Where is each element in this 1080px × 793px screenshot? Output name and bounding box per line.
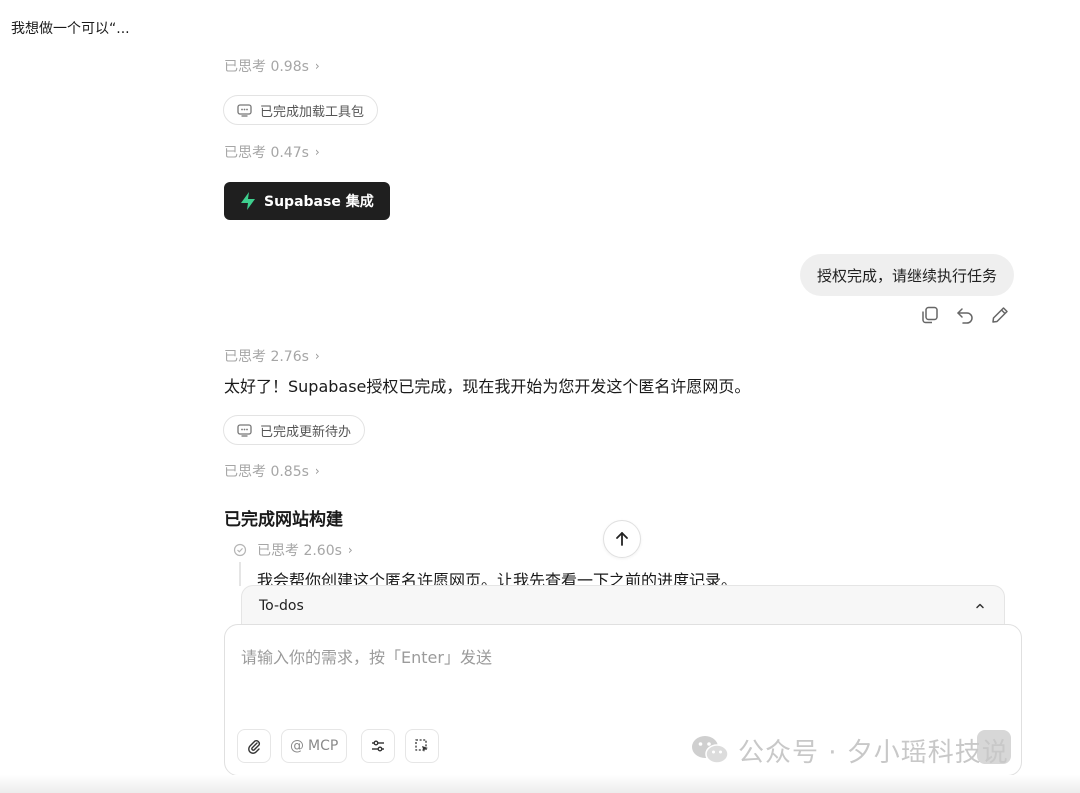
conversation-title[interactable]: 我想做一个可以“... xyxy=(11,18,130,38)
chevron-right-icon: › xyxy=(314,464,320,478)
chevron-right-icon: › xyxy=(314,59,320,73)
undo-icon[interactable] xyxy=(955,305,975,325)
copy-icon[interactable] xyxy=(920,305,940,325)
select-area-icon xyxy=(415,739,428,752)
monitor-chat-icon xyxy=(237,423,252,437)
paperclip-icon xyxy=(248,740,260,754)
thought-toggle[interactable]: 已思考 0.47s › xyxy=(224,142,320,162)
select-element-button[interactable] xyxy=(405,729,439,763)
assistant-reply: 太好了！Supabase授权已完成，现在我开始为您开发这个匿名许愿网页。 xyxy=(224,377,751,396)
composer-input[interactable]: 请输入你的需求，按「Enter」发送 xyxy=(241,644,492,668)
step-connector xyxy=(239,562,241,586)
todos-panel-toggle[interactable]: To-dos xyxy=(241,585,1005,625)
arrow-up-icon xyxy=(616,532,628,546)
chevron-up-icon xyxy=(976,603,984,608)
thought-label: 已思考 0.47s xyxy=(224,145,309,161)
chevron-right-icon: › xyxy=(347,543,353,557)
thought-label: 已思考 0.85s xyxy=(224,464,309,480)
at-icon: @ xyxy=(290,738,304,754)
check-circle-icon xyxy=(233,543,247,557)
scroll-to-top-button[interactable] xyxy=(603,520,641,558)
settings-sliders-button[interactable] xyxy=(361,729,395,763)
thought-label: 已思考 0.98s xyxy=(224,59,309,75)
supabase-button-label: Supabase 集成 xyxy=(264,194,374,210)
supabase-integration-button[interactable]: Supabase 集成 xyxy=(224,182,390,220)
section-heading: 已完成网站构建 xyxy=(224,510,343,530)
pill-label: 已完成更新待办 xyxy=(260,424,352,440)
user-message-bubble: 授权完成，请继续执行任务 xyxy=(799,254,1014,296)
thought-toggle[interactable]: 已思考 0.98s › xyxy=(224,56,320,76)
thought-label: 已思考 2.76s xyxy=(224,349,309,365)
tool-status-pill[interactable]: 已完成更新待办 xyxy=(223,415,366,445)
thought-label: 已思考 2.60s xyxy=(257,543,342,559)
thought-toggle[interactable]: 已思考 0.85s › xyxy=(224,461,320,481)
attach-button[interactable] xyxy=(237,729,271,763)
sliders-icon xyxy=(372,740,384,752)
step-thought-toggle[interactable]: 已思考 2.60s › xyxy=(233,540,353,560)
mcp-button[interactable]: @ MCP xyxy=(281,729,348,763)
pill-label: 已完成加载工具包 xyxy=(260,104,365,120)
wechat-icon xyxy=(692,736,729,764)
chevron-right-icon: › xyxy=(314,145,320,159)
mcp-label: MCP xyxy=(308,738,339,754)
chevron-right-icon: › xyxy=(314,349,320,363)
monitor-chat-icon xyxy=(237,103,252,117)
edit-icon[interactable] xyxy=(990,305,1010,325)
supabase-logo-icon xyxy=(241,192,255,210)
message-actions xyxy=(920,305,1010,325)
watermark-text: 公众号 · 夕小瑶科技说 xyxy=(738,737,1009,768)
todos-label: To-dos xyxy=(259,597,304,614)
user-message-text: 授权完成，请继续执行任务 xyxy=(816,266,997,285)
bottom-edge xyxy=(0,775,1080,793)
tool-status-pill[interactable]: 已完成加载工具包 xyxy=(223,95,379,125)
watermark: 公众号 · 夕小瑶科技说 xyxy=(690,730,1009,770)
thought-toggle[interactable]: 已思考 2.76s › xyxy=(224,346,320,366)
